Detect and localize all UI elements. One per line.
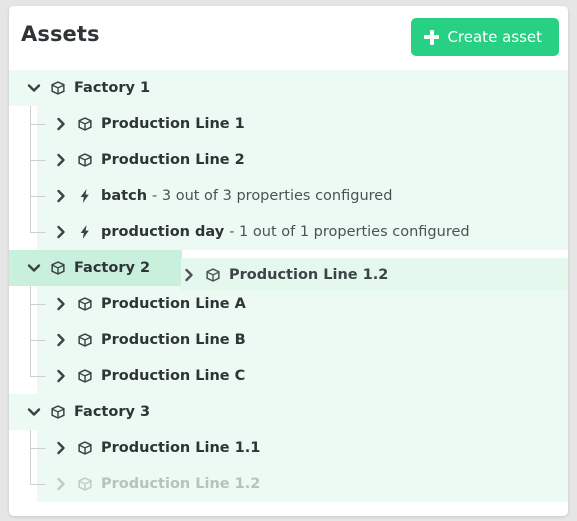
chevron-right-icon[interactable] <box>53 116 69 132</box>
tree-row-status: - 3 out of 3 properties configured <box>152 188 393 204</box>
cube-icon <box>76 368 93 385</box>
chevron-right-icon[interactable] <box>53 152 69 168</box>
card-header: Assets Create asset <box>9 6 568 70</box>
chevron-right-icon[interactable] <box>53 188 69 204</box>
tree-guide-line <box>30 214 31 232</box>
chevron-right-icon[interactable] <box>53 224 69 240</box>
tree-row-label: Production Line 1.1 <box>101 440 261 456</box>
cube-icon <box>49 260 66 277</box>
assets-card: Assets Create asset Factory 1 Production … <box>9 6 568 516</box>
tree-guide-line <box>30 358 31 376</box>
cube-icon <box>76 476 93 493</box>
chevron-down-icon[interactable] <box>26 260 42 276</box>
tree-row-label: batch <box>101 188 148 204</box>
tree-row-label: production day <box>101 224 225 240</box>
lightning-bolt-icon <box>76 188 93 205</box>
chevron-down-icon[interactable] <box>26 80 42 96</box>
tree-row-label: Factory 1 <box>74 80 151 96</box>
tree-guide-connector <box>30 196 46 197</box>
tree-guide-line <box>30 466 31 484</box>
tree-guide-connector <box>30 232 46 233</box>
chevron-right-icon[interactable] <box>53 368 69 384</box>
create-asset-button-label: Create asset <box>447 28 542 46</box>
tree-row[interactable]: Production Line 1 <box>9 106 568 142</box>
tree-row-label: Production Line 1 <box>101 116 245 132</box>
cube-icon <box>76 440 93 457</box>
tree-row-label: Production Line B <box>101 332 246 348</box>
tree-guide-connector <box>30 160 46 161</box>
cube-icon <box>76 296 93 313</box>
tree-row-label: Production Line 2 <box>101 152 245 168</box>
tree-guide-connector <box>30 448 46 449</box>
create-asset-button[interactable]: Create asset <box>411 18 559 56</box>
chevron-right-icon[interactable] <box>53 332 69 348</box>
tree-row-label: Production Line C <box>101 368 246 384</box>
tree-row-label: Factory 3 <box>74 404 151 420</box>
cube-icon <box>76 332 93 349</box>
chevron-down-icon[interactable] <box>26 404 42 420</box>
tree-row[interactable]: Production Line A <box>9 286 568 322</box>
plus-icon <box>424 29 440 45</box>
chevron-right-icon[interactable] <box>53 440 69 456</box>
tree-guide-connector <box>30 376 46 377</box>
tree-row[interactable]: Production Line 1.1 <box>9 430 568 466</box>
tree-guide-connector <box>30 304 46 305</box>
tree-row-label: Factory 2 <box>74 260 151 276</box>
tree-row[interactable]: Factory 1 <box>9 70 568 106</box>
cube-icon <box>76 152 93 169</box>
tree-row-status: - 1 out of 1 properties configured <box>229 224 470 240</box>
tree-row[interactable]: Factory 2 <box>9 250 568 286</box>
cube-icon <box>76 116 93 133</box>
tree-row[interactable]: Production Line 2 <box>9 142 568 178</box>
tree-guide-connector <box>30 484 46 485</box>
cube-icon <box>49 80 66 97</box>
tree-row[interactable]: Factory 3 <box>9 394 568 430</box>
tree-guide-connector <box>30 124 46 125</box>
cube-icon <box>49 404 66 421</box>
tree-row-label: Production Line A <box>101 296 246 312</box>
tree-row[interactable]: production day - 1 out of 1 properties co… <box>9 214 568 250</box>
tree-row[interactable]: batch - 3 out of 3 properties configured <box>9 178 568 214</box>
tree-row-label: Production Line 1.2 <box>101 476 261 492</box>
chevron-right-icon[interactable] <box>53 296 69 312</box>
tree-row[interactable]: Production Line C <box>9 358 568 394</box>
tree-row[interactable]: Production Line B <box>9 322 568 358</box>
tree-guide-connector <box>30 340 46 341</box>
tree-row[interactable]: Production Line 1.2 <box>9 466 568 502</box>
asset-tree: Factory 1 Production Line 1 Production Lin… <box>9 70 568 516</box>
page-title: Assets <box>21 22 100 46</box>
lightning-bolt-icon <box>76 224 93 241</box>
chevron-right-icon[interactable] <box>53 476 69 492</box>
